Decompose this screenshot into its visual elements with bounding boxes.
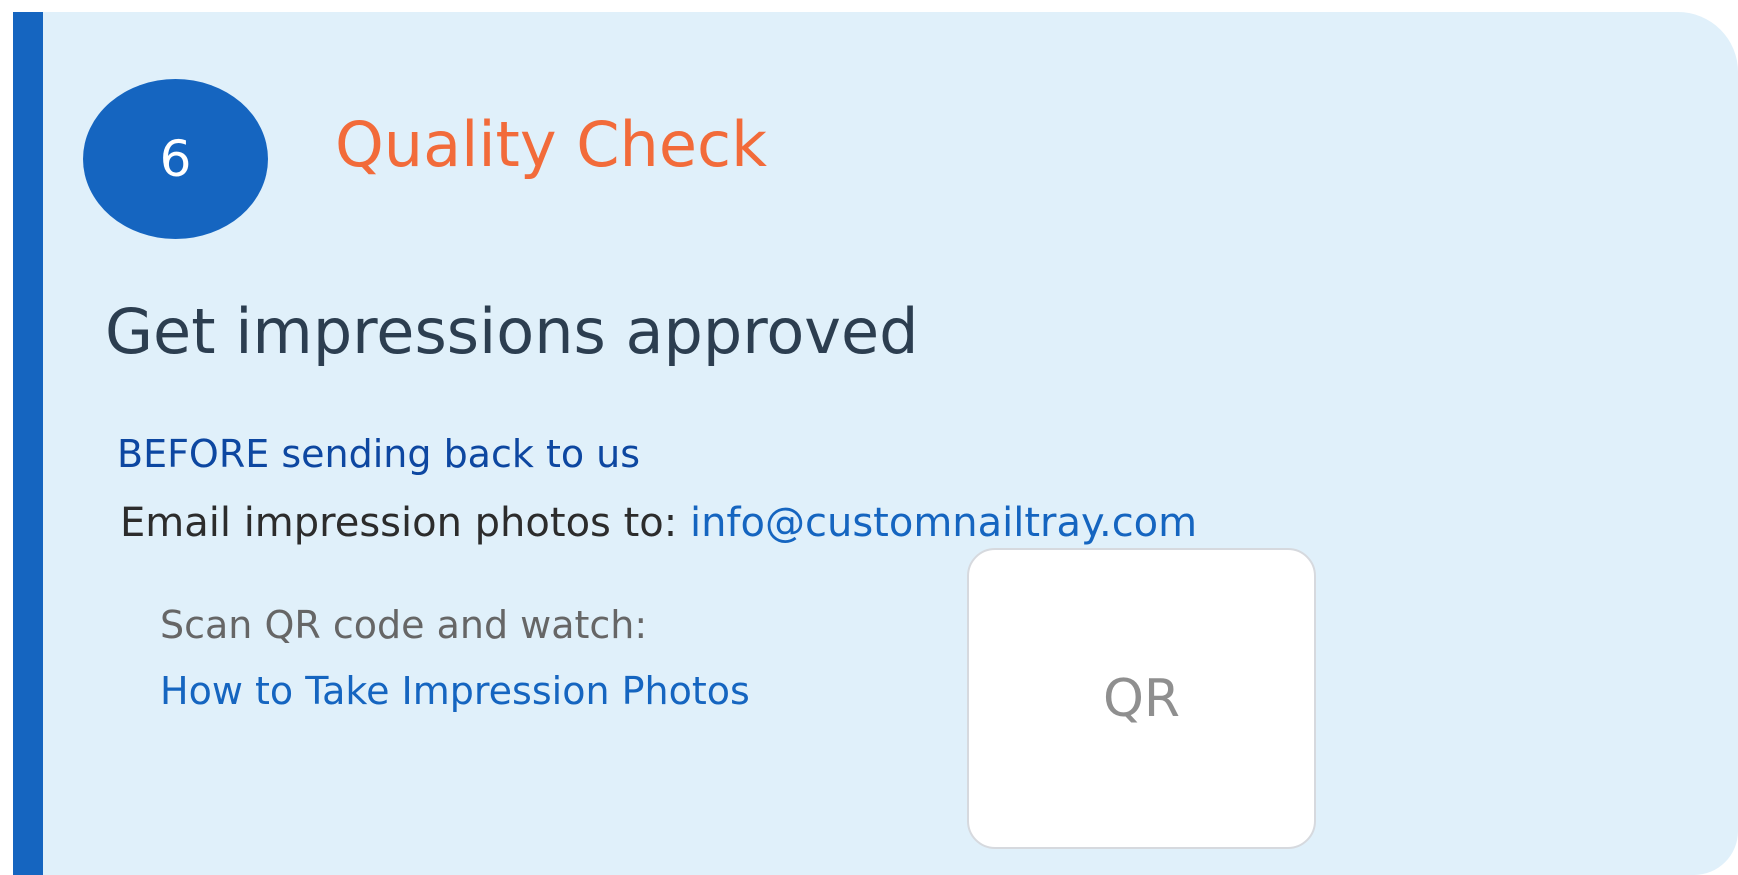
step-title: Quality Check (335, 108, 767, 181)
qr-placeholder-label: QR (1102, 668, 1181, 729)
step-number: 6 (159, 130, 192, 188)
step-card: 6 Quality Check Get impressions approved… (13, 12, 1738, 875)
before-note: BEFORE sending back to us (117, 432, 641, 476)
accent-bar (13, 12, 43, 875)
video-link[interactable]: How to Take Impression Photos (160, 672, 750, 710)
section-heading: Get impressions approved (105, 295, 919, 368)
scan-instruction: Scan QR code and watch: (160, 603, 648, 647)
step-number-badge: 6 (83, 79, 268, 239)
email-instruction: Email impression photos to: info@customn… (120, 503, 1197, 543)
email-link[interactable]: info@customnailtray.com (690, 500, 1197, 546)
qr-code-placeholder: QR (967, 548, 1316, 849)
email-label: Email impression photos to: (120, 500, 678, 546)
